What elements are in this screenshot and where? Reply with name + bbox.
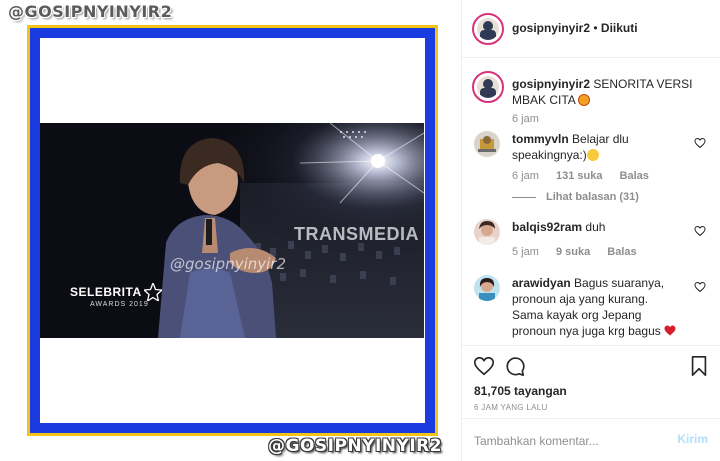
post-actions: 81,705 tayangan 6 JAM YANG LALU [462, 345, 720, 415]
commenter-avatar[interactable] [474, 219, 500, 245]
like-comment-heart-icon[interactable] [694, 137, 706, 149]
post-media[interactable]: @GOSIPNYINYIR2 TRANSMEDIA @gosipnyinyir2… [0, 0, 462, 461]
comment-time[interactable]: 6 jam [512, 170, 539, 182]
like-heart-icon[interactable] [473, 355, 495, 377]
reply-button[interactable]: Balas [607, 246, 636, 258]
bookmark-icon[interactable] [688, 355, 710, 377]
comment-likes[interactable]: 131 suka [556, 170, 602, 182]
view-replies-label: Lihat balasan (31) [546, 191, 639, 203]
watermark-bottom: @GOSIPNYINYIR2 [268, 436, 443, 456]
replies-line [512, 196, 536, 198]
comment-username[interactable]: balqis92ram [512, 220, 582, 234]
avatar-image [474, 131, 500, 157]
caption-username[interactable]: gosipnyinyir2 [512, 77, 590, 91]
avatar-image [477, 76, 499, 98]
red-heart-emoji-icon [664, 325, 676, 336]
comment-time[interactable]: 5 jam [512, 246, 539, 258]
follow-status-button[interactable]: Diikuti [601, 21, 638, 35]
comment-text-block: tommyvln Belajar dlu speakingnya:) [512, 131, 682, 163]
comment-bubble-icon[interactable] [504, 355, 526, 377]
comment-likes[interactable]: 9 suka [556, 246, 590, 258]
comment-input[interactable] [474, 433, 664, 449]
separator-dot: • [593, 21, 598, 35]
comment-username[interactable]: tommyvln [512, 132, 569, 146]
watermark-top: @GOSIPNYINYIR2 [8, 2, 173, 21]
view-count[interactable]: 81,705 tayangan [474, 384, 567, 398]
instagram-post-view: @GOSIPNYINYIR2 TRANSMEDIA @gosipnyinyir2… [0, 0, 720, 461]
avatar-image [477, 18, 499, 40]
video-watermark: @gosipnyinyir2 [170, 255, 287, 273]
comment-text-block: balqis92ram duh [512, 219, 682, 235]
author-avatar[interactable] [472, 13, 504, 45]
caption-avatar[interactable] [472, 71, 504, 103]
commenter-avatar[interactable] [474, 275, 500, 301]
author-username[interactable]: gosipnyinyir2 [512, 21, 590, 35]
comment-text: duh [585, 220, 606, 234]
posted-time[interactable]: 6 JAM YANG LALU [474, 403, 548, 412]
reply-button[interactable]: Balas [620, 170, 649, 182]
like-comment-heart-icon[interactable] [694, 225, 706, 237]
avatar-image [474, 219, 500, 245]
comments-list[interactable]: gosipnyinyir2 SENORITA VERSI MBAK CITA 6… [462, 59, 720, 345]
caption-text-block: gosipnyinyir2 SENORITA VERSI MBAK CITA [512, 76, 710, 108]
caption-time[interactable]: 6 jam [512, 113, 539, 125]
star-logo-icon [144, 283, 162, 301]
commenter-avatar[interactable] [474, 131, 500, 157]
author-line: gosipnyinyir2 • Diikuti [512, 21, 638, 35]
video-still[interactable]: TRANSMEDIA @gosipnyinyir2 SELEBRITA AWAR… [40, 123, 424, 338]
crying-emoji-icon [586, 149, 599, 161]
post-comment-button[interactable]: Kirim [677, 432, 708, 446]
view-replies-button[interactable]: Lihat balasan (31) [512, 191, 639, 203]
like-comment-heart-icon[interactable] [694, 281, 706, 293]
star-struck-emoji-icon [578, 94, 591, 106]
comment-meta: 6 jam 131 suka Balas [512, 170, 649, 182]
show-title: SELEBRITA [70, 285, 142, 299]
comment-text-block: arawidyan Bagus suaranya, pronoun aja ya… [512, 275, 682, 339]
show-subtitle: AWARDS 2019 [90, 301, 149, 308]
comment-meta: 5 jam 9 suka Balas [512, 246, 637, 258]
post-header: gosipnyinyir2 • Diikuti [462, 0, 720, 58]
comment-username[interactable]: arawidyan [512, 276, 571, 290]
post-sidebar: gosipnyinyir2 • Diikuti gosipnyinyir2 SE… [462, 0, 720, 461]
channel-logo-text: TRANSMEDIA [294, 224, 419, 244]
add-comment-bar: Kirim [462, 418, 720, 461]
avatar-image [474, 275, 500, 301]
